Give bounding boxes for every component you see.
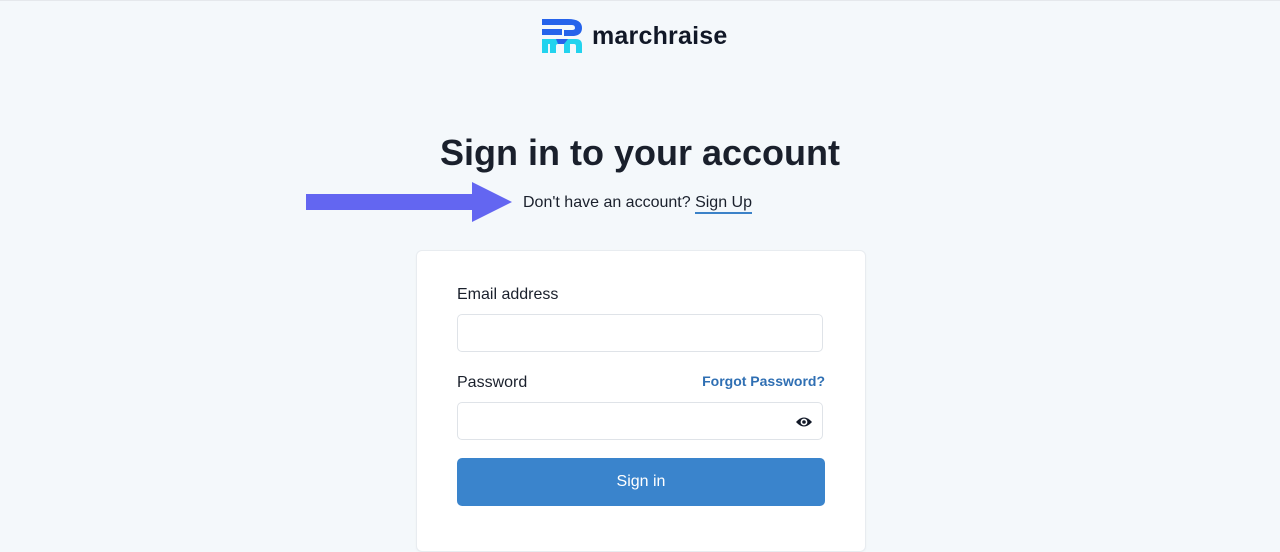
marchraise-logo-icon <box>542 19 582 53</box>
sign-in-button[interactable]: Sign in <box>457 458 825 506</box>
sign-in-card: Email address Password Forgot Password? … <box>416 250 866 552</box>
password-label: Password <box>457 374 528 391</box>
forgot-password-link[interactable]: Forgot Password? <box>702 373 825 389</box>
email-label: Email address <box>457 286 559 303</box>
sign-up-link[interactable]: Sign Up <box>695 194 752 214</box>
brand-name: marchraise <box>592 21 728 50</box>
top-border <box>0 0 1280 1</box>
page-title: Sign in to your account <box>439 132 840 173</box>
eye-icon[interactable] <box>795 414 813 430</box>
brand-header[interactable]: marchraise <box>542 18 727 54</box>
signup-prompt-line: Don't have an account? Sign Up <box>523 194 752 214</box>
email-input[interactable] <box>457 314 823 352</box>
signup-prompt: Don't have an account? <box>523 194 691 211</box>
password-input[interactable] <box>457 402 823 440</box>
arrow-right-icon <box>306 182 512 222</box>
